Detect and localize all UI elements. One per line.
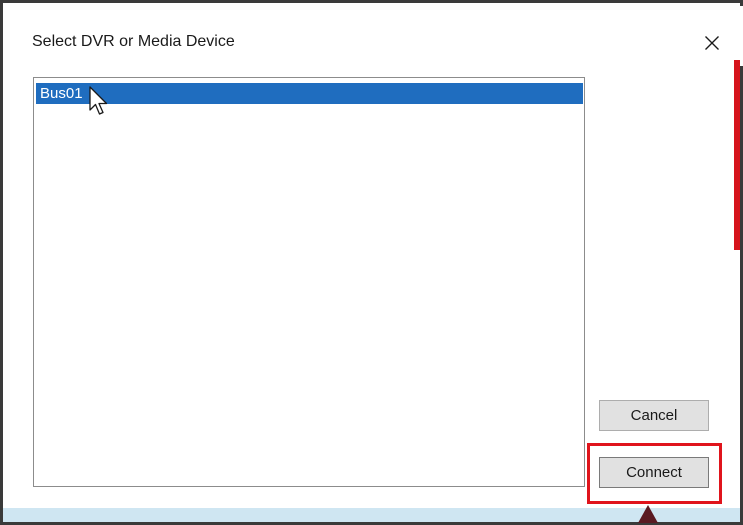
cancel-button[interactable]: Cancel [599, 400, 709, 431]
background-taskbar-strip [3, 508, 740, 522]
list-item-label: Bus01 [40, 85, 83, 102]
background-window-edge [734, 60, 740, 250]
title-bar: Select DVR or Media Device [6, 6, 743, 66]
close-icon [705, 36, 719, 50]
dialog-title: Select DVR or Media Device [32, 33, 235, 50]
pointer-arrow-icon [638, 505, 658, 523]
device-list[interactable]: Bus01 [33, 77, 585, 487]
close-button[interactable] [694, 26, 730, 60]
connect-highlight-box [587, 443, 722, 504]
list-item[interactable]: Bus01 [36, 83, 583, 104]
mouse-cursor-icon [89, 86, 108, 115]
